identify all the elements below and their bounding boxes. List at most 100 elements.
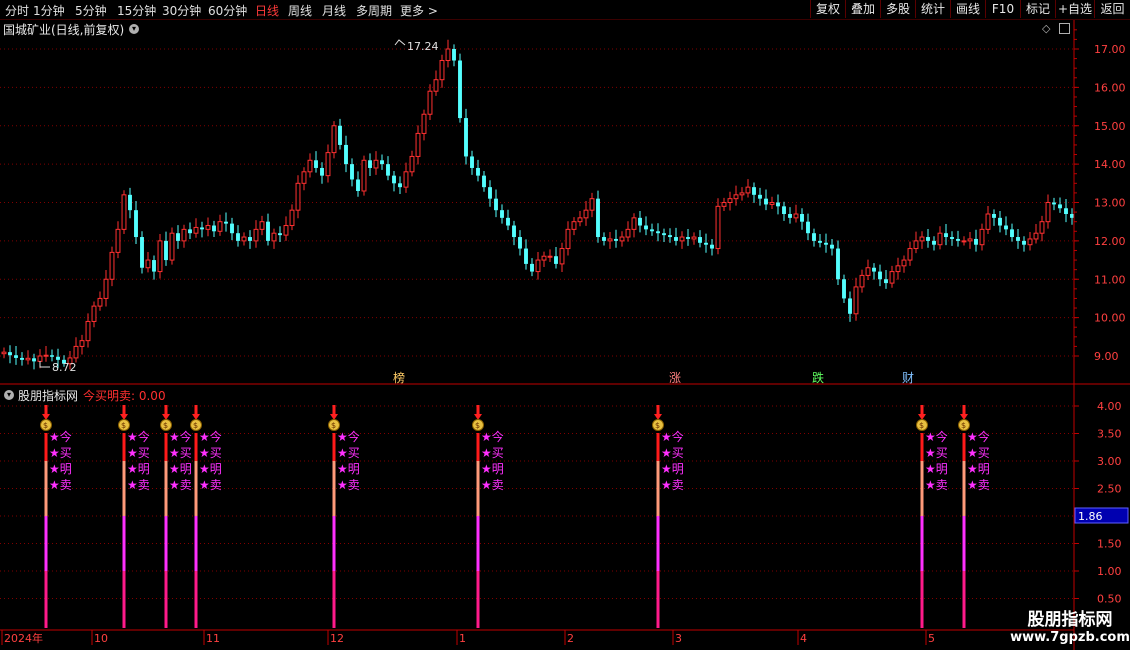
candle	[344, 135, 348, 173]
signal-text: ★明	[967, 462, 990, 476]
candle	[530, 258, 534, 277]
signal-text: ★明	[925, 462, 948, 476]
candle	[512, 220, 516, 246]
candle	[295, 175, 301, 219]
candle	[812, 228, 816, 247]
candle	[1039, 215, 1045, 242]
money-bag-glyph: $	[163, 421, 168, 430]
candle	[698, 230, 702, 248]
candle	[283, 216, 289, 241]
candle	[325, 144, 331, 183]
event-marker[interactable]: 财	[902, 371, 914, 385]
signal-text: ★今	[169, 429, 192, 444]
diamond-icon[interactable]: ◇	[1042, 22, 1050, 35]
buy-sell-signal[interactable]: $★今 ★买 ★明 ★卖	[118, 405, 150, 628]
pane-toggle-icon[interactable]	[1059, 23, 1070, 34]
buy-sell-signal[interactable]: $★今 ★买 ★明 ★卖	[958, 405, 990, 628]
candle	[14, 346, 18, 365]
event-marker[interactable]: 榜	[393, 370, 405, 385]
date-axis-label: 1	[459, 632, 466, 645]
indicator-title: 股朋指标网	[18, 389, 79, 403]
signal-text: ★卖	[169, 478, 192, 492]
signal-text: ★今	[967, 429, 990, 444]
indicator-tick-label: 1.00	[1097, 565, 1122, 578]
candle	[806, 213, 810, 241]
signal-text: ★买	[49, 446, 72, 460]
buy-sell-signal[interactable]: $★今 ★买 ★明 ★卖	[190, 405, 222, 628]
candle	[776, 194, 780, 215]
candle	[1004, 216, 1008, 236]
price-tick-label: 9.00	[1094, 350, 1119, 363]
candle	[559, 242, 565, 272]
candle	[979, 223, 985, 251]
event-marker[interactable]: 跌	[812, 370, 824, 385]
candle	[998, 210, 1002, 233]
indicator-chevron-icon[interactable]: ▾	[4, 390, 14, 400]
candle	[200, 221, 204, 238]
candle	[644, 216, 648, 236]
date-axis-label: 10	[94, 632, 108, 645]
candle	[565, 221, 571, 256]
candle	[224, 212, 228, 232]
signal-text: ★明	[127, 462, 150, 476]
candle	[745, 179, 751, 198]
candle	[842, 274, 846, 304]
grid-layer	[0, 48, 1074, 599]
price-tick-label: 13.00	[1094, 197, 1126, 210]
signal-text: ★今	[337, 429, 360, 444]
signal-text: ★卖	[199, 478, 222, 492]
candle	[494, 189, 498, 218]
candle	[236, 225, 240, 247]
annotation-layer: 17.24 8.72	[39, 39, 439, 374]
signal-text: ★明	[661, 462, 684, 476]
candle	[415, 125, 421, 165]
candle	[589, 192, 595, 218]
money-bag-glyph: $	[193, 421, 198, 430]
candle	[859, 269, 865, 293]
event-markers: 榜涨跌财	[393, 370, 914, 385]
candle	[907, 241, 913, 266]
low-label: 8.72	[52, 361, 77, 374]
candle	[169, 227, 175, 265]
candle	[686, 228, 690, 246]
candle	[271, 228, 277, 249]
candle	[253, 220, 259, 248]
candle	[506, 209, 510, 231]
candle	[458, 53, 462, 123]
candle	[704, 233, 708, 253]
candle	[164, 231, 168, 266]
price-tick-label: 15.00	[1094, 120, 1126, 133]
chart-canvas[interactable]: $★今★买★明★卖$★今★买★明★卖$★今★买★明★卖$★今★买★明★卖$★今★…	[0, 0, 1130, 650]
indicator-value: 今买明卖: 0.00	[83, 389, 166, 403]
candle	[872, 263, 876, 280]
signal-text: ★今	[127, 429, 150, 444]
candle	[1027, 232, 1033, 251]
indicator-tick-label: 3.50	[1097, 428, 1122, 441]
candle	[793, 204, 799, 223]
candle	[1010, 223, 1014, 242]
chevron-down-icon[interactable]: ▾	[129, 24, 139, 34]
candle	[727, 191, 733, 211]
candle	[331, 121, 337, 159]
watermark-line2: www.7gpzb.com	[1010, 630, 1130, 645]
stock-title-text: 国城矿业(日线,前复权)	[3, 23, 125, 37]
indicator-axis-ticks: 4.003.503.002.501.501.000.50	[1074, 400, 1122, 606]
indicator-tick-label: 3.00	[1097, 455, 1122, 468]
candle	[476, 159, 480, 182]
date-axis-label: 11	[206, 632, 220, 645]
candle	[656, 223, 660, 242]
candle	[452, 44, 456, 67]
candle	[85, 313, 91, 348]
event-marker[interactable]: 涨	[669, 370, 681, 385]
money-bag-glyph: $	[121, 421, 126, 430]
money-bag-glyph: $	[475, 421, 480, 430]
candle	[577, 210, 583, 227]
candle	[403, 162, 409, 193]
candle	[662, 228, 666, 243]
candle	[307, 153, 313, 178]
signal-text: ★买	[967, 446, 990, 460]
candle	[758, 187, 762, 206]
candle	[1052, 197, 1056, 211]
high-label: 17.24	[407, 40, 439, 53]
candle	[373, 151, 379, 175]
